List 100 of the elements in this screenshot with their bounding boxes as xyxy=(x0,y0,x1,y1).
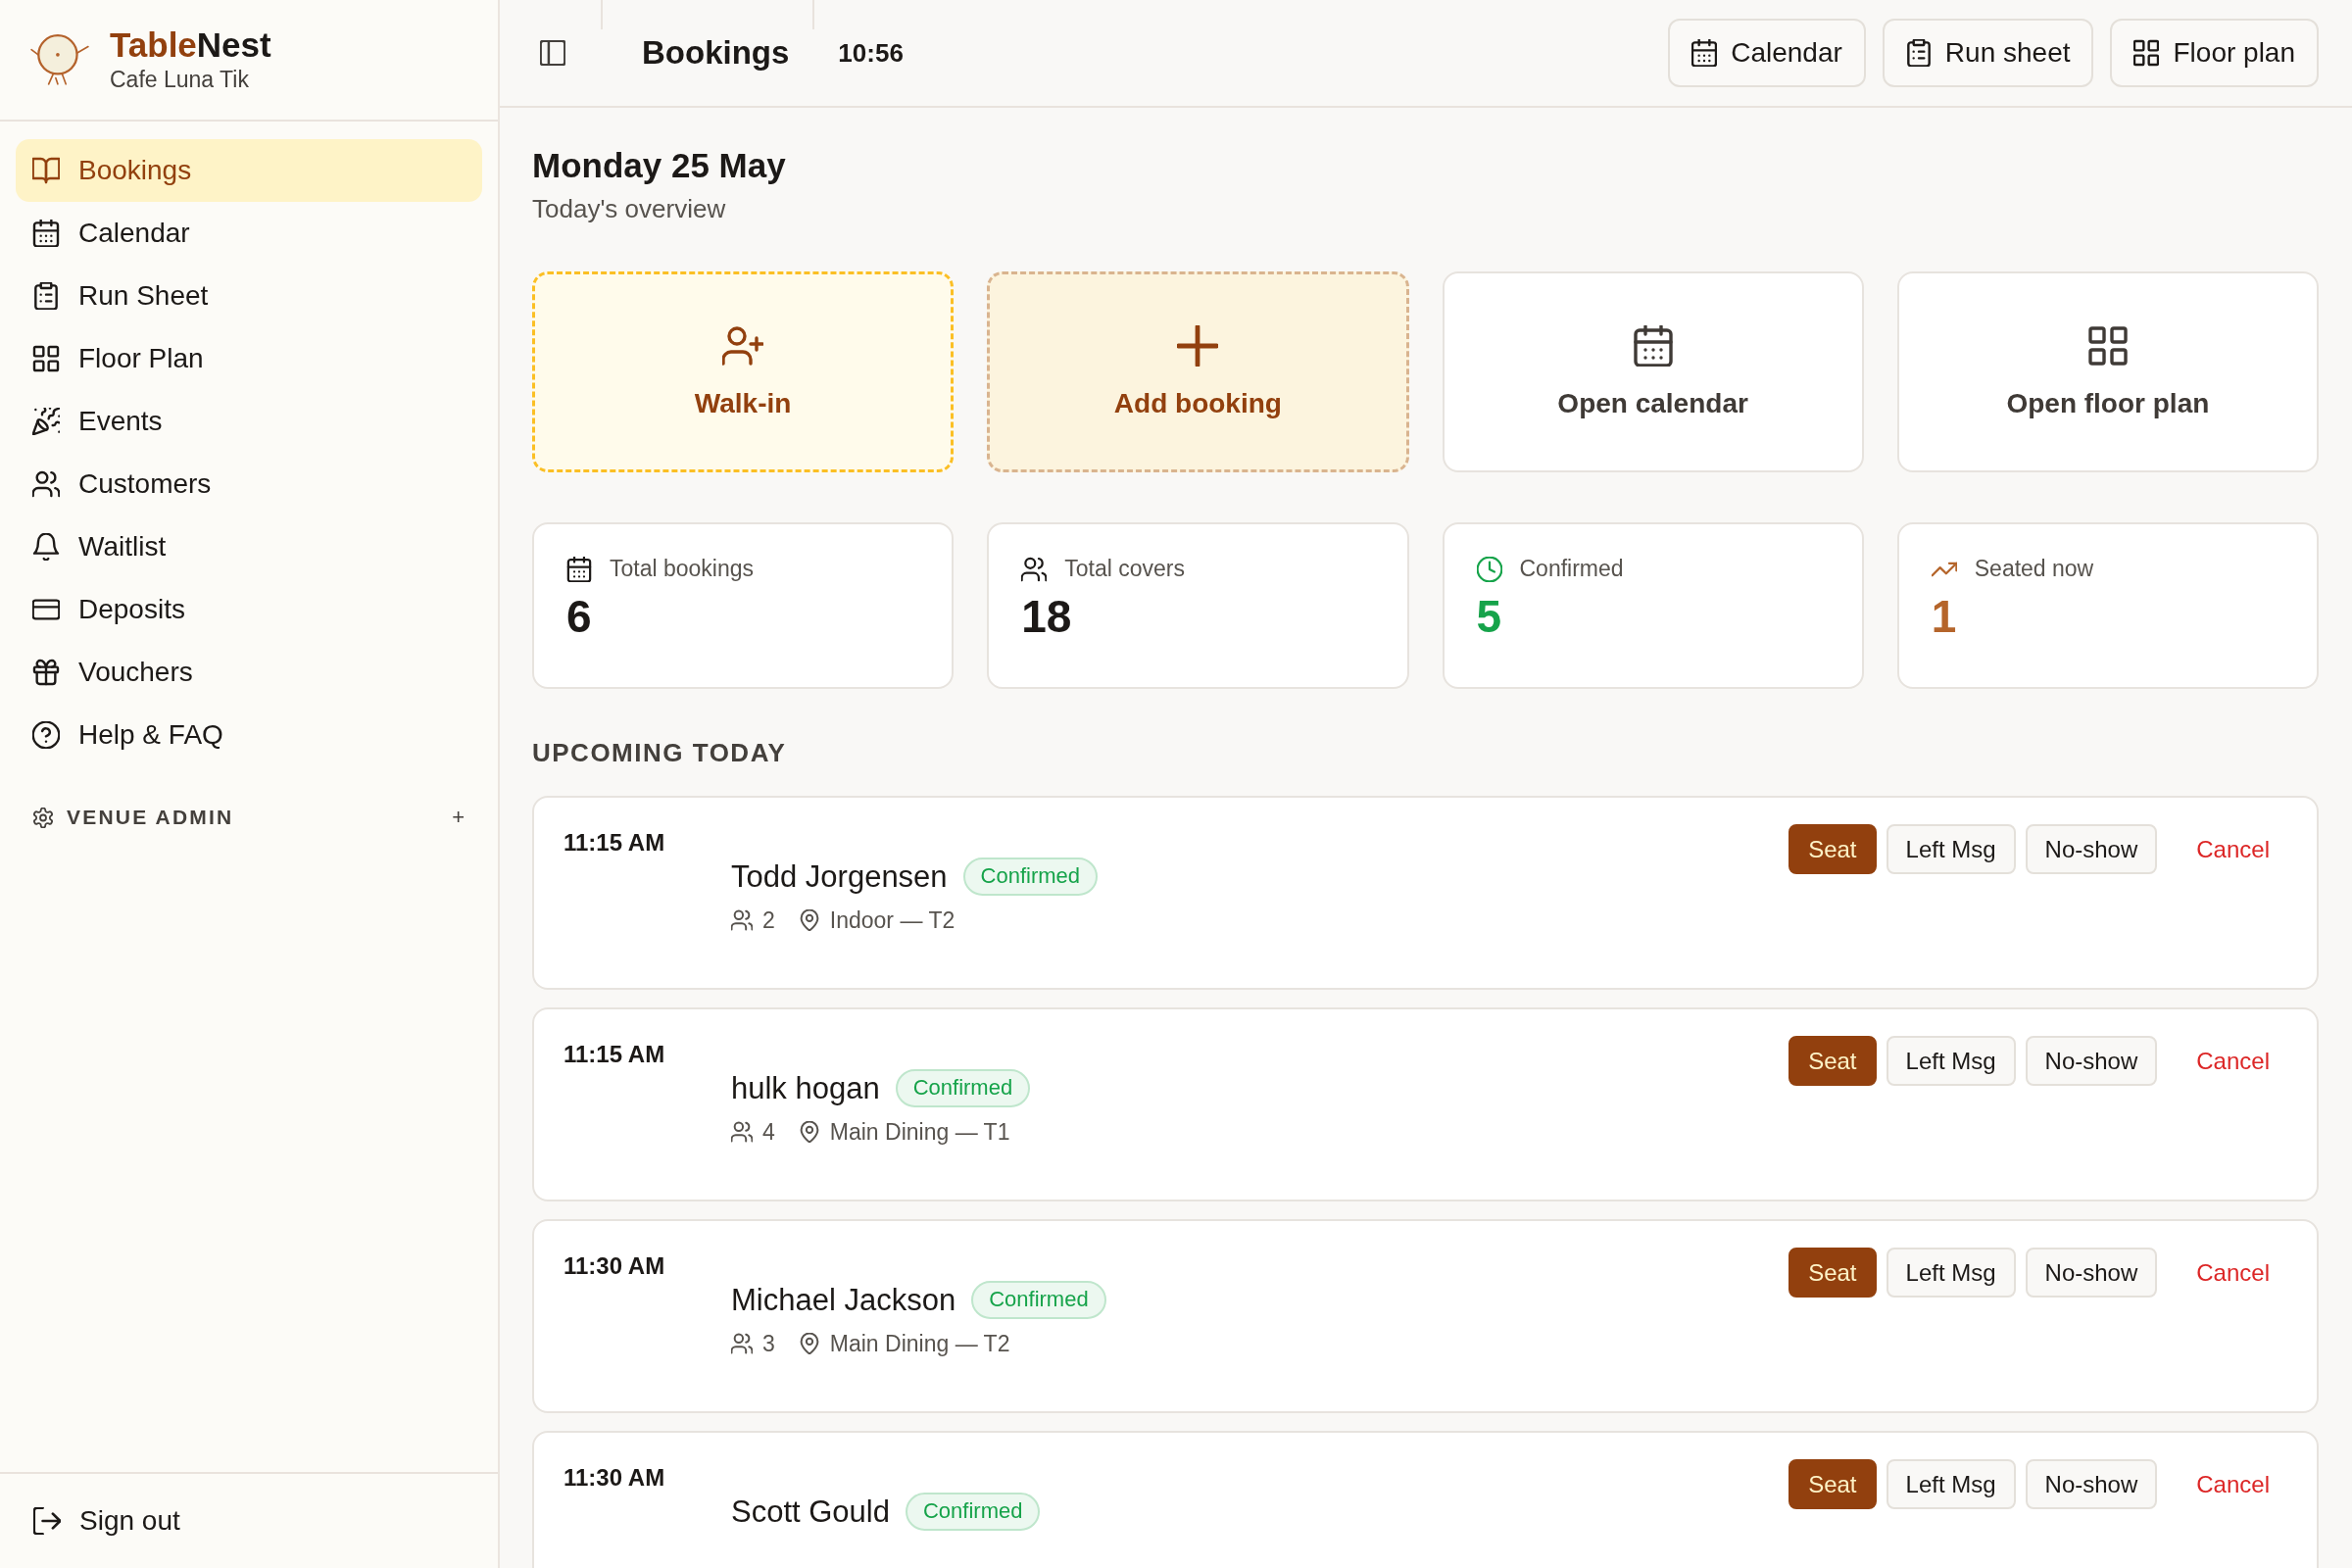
action-button[interactable]: No-show xyxy=(2025,824,2158,875)
nav-item[interactable]: Floor Plan xyxy=(16,327,482,390)
map-pin-icon xyxy=(798,1333,820,1355)
nav-item[interactable]: Deposits xyxy=(16,578,482,641)
covers-count: 4 xyxy=(762,1118,775,1146)
nav-item[interactable]: Vouchers xyxy=(16,641,482,704)
action-card[interactable]: Walk-in xyxy=(532,271,955,472)
stat-value: 1 xyxy=(1931,590,1958,644)
section-label: VENUE ADMIN xyxy=(67,806,234,829)
calendar-icon xyxy=(32,220,60,247)
action-button[interactable]: Cancel xyxy=(2173,824,2293,875)
gift-icon xyxy=(32,659,60,686)
stat-label: Confirmed xyxy=(1519,556,1624,582)
section-heading: UPCOMING TODAY xyxy=(532,738,788,769)
booking-time: 11:30 AM xyxy=(564,1252,666,1281)
table-location: Main Dining — T2 xyxy=(829,1330,1010,1357)
settings-icon xyxy=(33,807,53,828)
expand-button[interactable]: + xyxy=(448,807,468,828)
nav-item[interactable]: Events xyxy=(16,390,482,453)
table-location: Indoor — T2 xyxy=(829,906,956,934)
clock-time: 10:56 xyxy=(838,37,904,69)
clipboard-icon xyxy=(32,282,60,310)
users-icon xyxy=(1021,556,1048,582)
guest-name: Michael Jackson xyxy=(731,1281,956,1318)
action-card[interactable]: Open floor plan xyxy=(1896,271,2319,472)
users-icon xyxy=(731,1333,753,1355)
action-button[interactable]: No-show xyxy=(2025,1459,2158,1510)
booking-time: 11:30 AM xyxy=(564,1464,666,1493)
nav-item[interactable]: Customers xyxy=(16,453,482,515)
user-plus-icon xyxy=(722,324,764,367)
page-subtitle: Today's overview xyxy=(532,194,727,224)
date-heading: Monday 25 May xyxy=(532,145,787,186)
action-button[interactable]: Seat xyxy=(1788,1459,1877,1510)
action-button[interactable]: No-show xyxy=(2025,1248,2158,1298)
credit-card-icon xyxy=(32,596,60,623)
booking-time: 11:15 AM xyxy=(564,1041,666,1069)
nav-item[interactable]: Run Sheet xyxy=(16,265,482,327)
status-badge: Confirmed xyxy=(962,858,1099,896)
toolbar-button[interactable]: Floor plan xyxy=(2110,19,2319,87)
users-icon xyxy=(32,470,60,498)
venue-name: Cafe Luna Tik xyxy=(110,67,250,94)
guest-name: Scott Gould xyxy=(731,1493,890,1530)
nav-item[interactable]: Help & FAQ xyxy=(16,704,482,766)
action-card[interactable]: Open calendar xyxy=(1442,271,1864,472)
stat-label: Total covers xyxy=(1064,556,1185,582)
table-location: Main Dining — T1 xyxy=(829,1118,1010,1146)
page-title: Bookings xyxy=(642,34,790,72)
calendar-icon xyxy=(1691,39,1718,67)
guest-name: Todd Jorgensen xyxy=(731,858,948,895)
nav-item[interactable]: Waitlist xyxy=(16,515,482,578)
action-button[interactable]: Left Msg xyxy=(1886,1459,2016,1510)
action-button[interactable]: Left Msg xyxy=(1886,824,2016,875)
bell-icon xyxy=(32,533,60,561)
covers-count: 3 xyxy=(762,1330,775,1357)
action-button[interactable]: Seat xyxy=(1788,1036,1877,1087)
users-icon xyxy=(731,1121,753,1144)
toolbar-button[interactable]: Calendar xyxy=(1668,19,1866,87)
panel-icon xyxy=(540,40,565,66)
calendar-icon xyxy=(566,556,592,582)
action-card[interactable]: Add booking xyxy=(987,271,1409,472)
users-icon xyxy=(731,909,753,932)
clock-icon xyxy=(1476,556,1502,582)
toolbar-button[interactable]: Run sheet xyxy=(1882,19,2094,87)
action-button[interactable]: Left Msg xyxy=(1886,1248,2016,1298)
stat-label: Total bookings xyxy=(610,556,755,582)
nav-item[interactable]: Calendar xyxy=(16,202,482,265)
logout-icon xyxy=(33,1507,61,1535)
clipboard-icon xyxy=(1905,39,1932,67)
action-button[interactable]: Seat xyxy=(1788,824,1877,875)
grid-icon xyxy=(2133,39,2160,67)
brand-name: TableNest xyxy=(110,25,271,66)
help-icon xyxy=(32,721,60,749)
logo-icon xyxy=(29,31,90,88)
status-badge: Confirmed xyxy=(906,1493,1041,1531)
covers-count: 2 xyxy=(762,906,775,934)
status-badge: Confirmed xyxy=(971,1281,1106,1319)
party-popper-icon xyxy=(32,408,60,435)
action-button[interactable]: Cancel xyxy=(2173,1248,2293,1298)
map-pin-icon xyxy=(798,1121,820,1144)
action-button[interactable]: Left Msg xyxy=(1886,1036,2016,1087)
stat-value: 6 xyxy=(566,590,593,644)
action-button[interactable]: No-show xyxy=(2025,1036,2158,1087)
grid-icon xyxy=(32,345,60,372)
calendar-icon xyxy=(1632,324,1674,367)
book-open-icon xyxy=(32,157,60,184)
stat-value: 5 xyxy=(1476,590,1503,644)
stat-label: Seated now xyxy=(1974,556,2094,582)
plus-icon xyxy=(1177,324,1219,367)
action-button[interactable]: Seat xyxy=(1788,1248,1877,1298)
status-badge: Confirmed xyxy=(895,1069,1031,1107)
booking-time: 11:15 AM xyxy=(564,829,666,858)
action-button[interactable]: Cancel xyxy=(2173,1036,2293,1087)
sidebar-toggle-button[interactable] xyxy=(540,40,565,66)
grid-icon xyxy=(2086,324,2129,367)
nav-item[interactable]: Bookings xyxy=(16,139,482,202)
map-pin-icon xyxy=(798,909,820,932)
action-button[interactable]: Cancel xyxy=(2173,1459,2293,1510)
guest-name: hulk hogan xyxy=(731,1069,880,1106)
stat-value: 18 xyxy=(1021,590,1073,644)
sign-out-button[interactable]: Sign out xyxy=(16,1494,198,1548)
